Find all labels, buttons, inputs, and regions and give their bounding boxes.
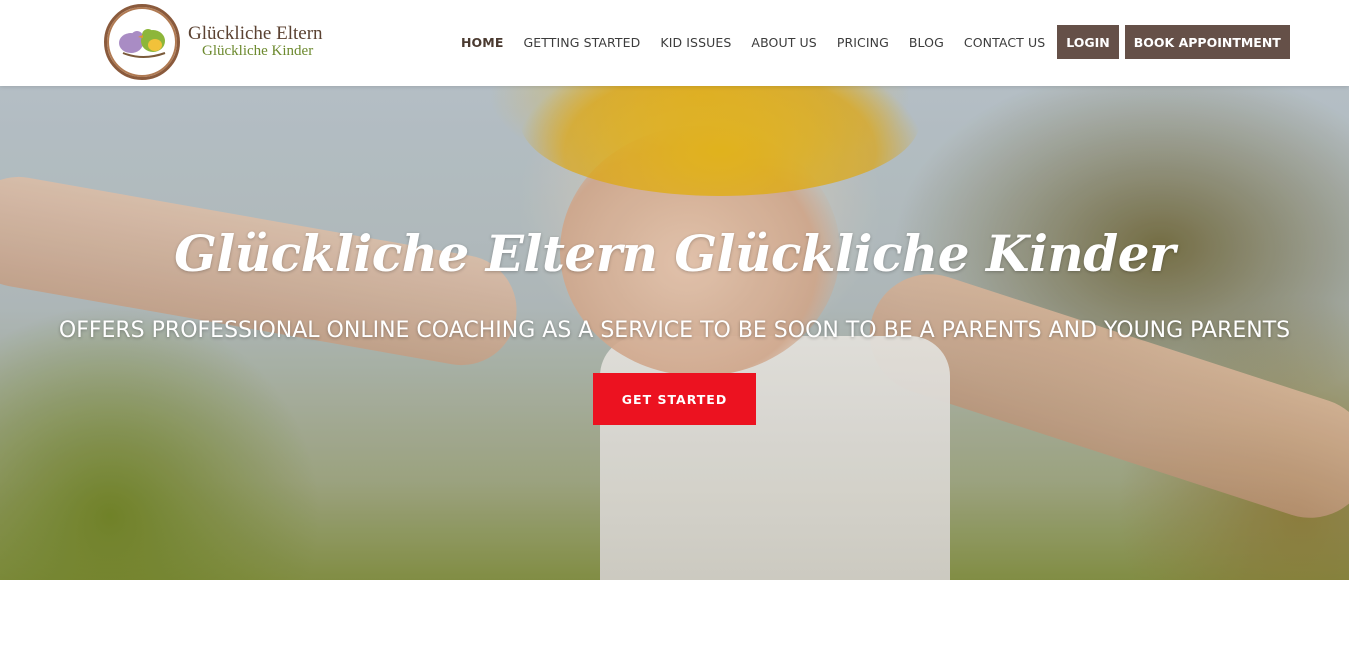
get-started-button[interactable]: GET STARTED bbox=[593, 373, 756, 425]
nav-blog[interactable]: BLOG bbox=[899, 35, 954, 50]
hero-title: Glückliche Eltern Glückliche Kinder bbox=[174, 224, 1175, 283]
site-header: Glückliche Eltern Glückliche Kinder HOME… bbox=[0, 0, 1349, 86]
logo-title: Glückliche Eltern bbox=[188, 23, 323, 45]
login-button[interactable]: LOGIN bbox=[1057, 25, 1119, 59]
logo-birds-icon bbox=[104, 4, 180, 80]
main-nav: HOME GETTING STARTED KID ISSUES ABOUT US… bbox=[451, 25, 1290, 59]
nav-contact-us[interactable]: CONTACT US bbox=[954, 35, 1055, 50]
nav-about-us[interactable]: ABOUT US bbox=[741, 35, 826, 50]
hero-banner: Glückliche Eltern Glückliche Kinder OFFE… bbox=[0, 86, 1349, 580]
nav-kid-issues[interactable]: KID ISSUES bbox=[650, 35, 741, 50]
book-appointment-button[interactable]: BOOK APPOINTMENT bbox=[1124, 25, 1290, 59]
logo-text: Glückliche Eltern Glückliche Kinder bbox=[188, 24, 323, 60]
nav-home[interactable]: HOME bbox=[451, 35, 513, 50]
site-logo[interactable]: Glückliche Eltern Glückliche Kinder bbox=[104, 4, 334, 80]
nav-getting-started[interactable]: GETTING STARTED bbox=[513, 35, 650, 50]
logo-subtitle: Glückliche Kinder bbox=[202, 43, 314, 60]
hero-subtitle: OFFERS PROFESSIONAL ONLINE COACHING AS A… bbox=[58, 318, 1291, 343]
nav-pricing[interactable]: PRICING bbox=[827, 35, 899, 50]
